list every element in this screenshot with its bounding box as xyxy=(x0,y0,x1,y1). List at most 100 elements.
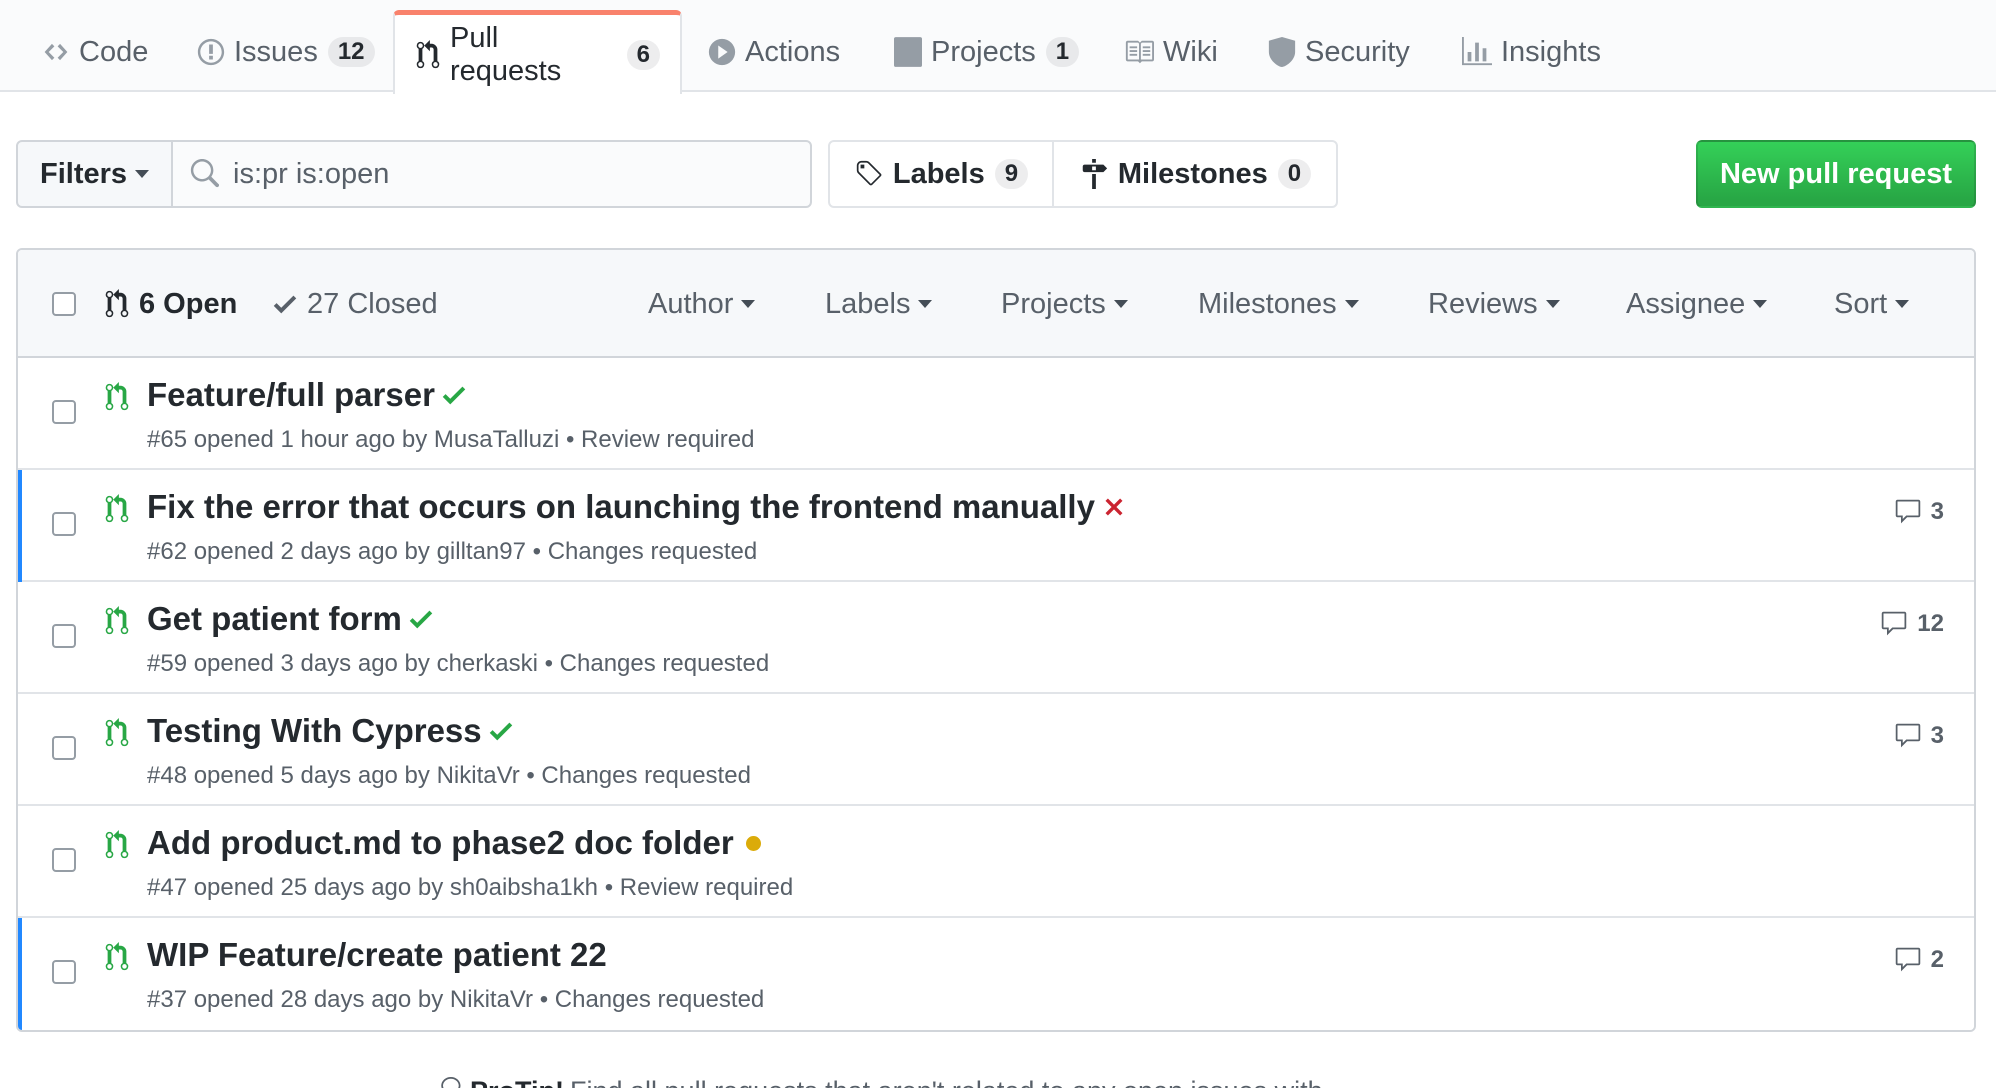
pull-request-list: 6 Open 27 Closed Author Labels Projects … xyxy=(16,248,1976,1032)
book-icon xyxy=(1125,40,1154,64)
row-checkbox[interactable] xyxy=(52,960,76,984)
play-icon xyxy=(708,38,736,66)
pr-title-link[interactable]: Testing With Cypress xyxy=(147,712,514,750)
comments-link[interactable]: 3 xyxy=(1893,722,1944,750)
pr-meta: #37 opened 28 days ago by NikitaVr • Cha… xyxy=(147,986,765,1013)
code-icon xyxy=(44,43,68,61)
filter-label: Milestones xyxy=(1198,287,1337,320)
comment-count: 2 xyxy=(1930,946,1944,973)
pr-title-link[interactable]: Fix the error that occurs on launching t… xyxy=(147,488,1125,526)
comments-link[interactable]: 12 xyxy=(1879,610,1944,638)
tab-insights[interactable]: Insights xyxy=(1442,12,1621,92)
pr-title-link[interactable]: WIP Feature/create patient 22 xyxy=(147,936,607,974)
git-pull-request-icon xyxy=(105,494,129,523)
caret-down-icon xyxy=(1113,300,1128,308)
tab-code[interactable]: Code xyxy=(22,12,168,92)
filters-dropdown-button[interactable]: Filters xyxy=(16,140,173,208)
milestones-button[interactable]: Milestones 0 xyxy=(1052,140,1338,208)
author-filter-dropdown[interactable]: Author xyxy=(648,250,756,358)
pull-request-row: Testing With Cypress #48 opened 5 days a… xyxy=(18,694,1974,806)
tab-wiki[interactable]: Wiki xyxy=(1104,12,1238,92)
sort-dropdown[interactable]: Sort xyxy=(1834,250,1910,358)
search-input[interactable] xyxy=(233,157,773,191)
new-pull-request-button[interactable]: New pull request xyxy=(1696,140,1976,208)
tab-projects[interactable]: Projects 1 xyxy=(874,12,1099,92)
protip: ProTip! Find all pull requests that aren… xyxy=(438,1076,1538,1088)
comment-icon xyxy=(1895,947,1920,972)
search-icon xyxy=(190,159,219,188)
tab-label: Actions xyxy=(745,35,841,68)
tab-issues[interactable]: Issues 12 xyxy=(177,12,395,92)
git-pull-request-icon xyxy=(105,382,129,411)
shield-icon xyxy=(1268,37,1296,67)
filter-label: Sort xyxy=(1834,287,1888,320)
row-checkbox[interactable] xyxy=(52,736,76,760)
pr-title: Feature/full parser xyxy=(147,376,435,413)
open-count-label: 6 Open xyxy=(139,287,238,320)
protip-label: ProTip! xyxy=(470,1076,564,1088)
comment-count: 3 xyxy=(1930,498,1944,525)
check-icon[interactable] xyxy=(408,604,434,634)
labels-label: Labels xyxy=(892,157,985,190)
pending-dot-icon[interactable] xyxy=(745,835,761,851)
tab-pull-requests[interactable]: Pull requests 6 xyxy=(393,10,682,94)
tab-security[interactable]: Security xyxy=(1248,12,1430,92)
pull-request-row: Fix the error that occurs on launching t… xyxy=(18,470,1974,582)
row-checkbox[interactable] xyxy=(52,624,76,648)
pr-title: Get patient form xyxy=(147,600,402,637)
pr-meta: #59 opened 3 days ago by cherkaski • Cha… xyxy=(147,650,770,677)
check-icon xyxy=(273,295,297,314)
labels-button[interactable]: Labels 9 xyxy=(828,140,1054,208)
comments-link[interactable]: 3 xyxy=(1893,498,1944,526)
caret-down-icon xyxy=(1753,300,1768,308)
tab-label: Wiki xyxy=(1163,35,1218,68)
labels-filter-dropdown[interactable]: Labels xyxy=(825,250,933,358)
row-checkbox[interactable] xyxy=(52,400,76,424)
comments-link[interactable]: 2 xyxy=(1893,946,1944,974)
git-pull-request-icon xyxy=(105,289,129,318)
assignee-filter-dropdown[interactable]: Assignee xyxy=(1626,250,1768,358)
comment-count: 3 xyxy=(1930,722,1944,749)
issue-opened-icon xyxy=(197,38,225,66)
pr-title-link[interactable]: Add product.md to phase2 doc folder xyxy=(147,824,761,862)
x-icon[interactable] xyxy=(1103,494,1125,520)
caret-down-icon xyxy=(1344,300,1359,308)
open-state-link[interactable]: 6 Open xyxy=(104,250,237,358)
select-all-checkbox[interactable] xyxy=(52,292,76,316)
row-checkbox[interactable] xyxy=(52,848,76,872)
repo-tab-nav: Code Issues 12 Pull requests 6 Actions P… xyxy=(0,0,1996,94)
closed-count-label: 27 Closed xyxy=(307,287,438,320)
list-header: 6 Open 27 Closed Author Labels Projects … xyxy=(18,250,1974,358)
tab-label: Security xyxy=(1305,35,1410,68)
comment-icon xyxy=(1882,611,1907,636)
caret-down-icon xyxy=(741,300,756,308)
protip-text: Find all pull requests that aren't relat… xyxy=(570,1076,1323,1088)
search-box xyxy=(171,140,812,208)
comment-count: 12 xyxy=(1917,610,1944,637)
milestones-filter-dropdown[interactable]: Milestones xyxy=(1198,250,1359,358)
pr-meta: #48 opened 5 days ago by NikitaVr • Chan… xyxy=(147,762,751,789)
projects-filter-dropdown[interactable]: Projects xyxy=(1001,250,1128,358)
git-pull-request-icon xyxy=(105,606,129,635)
row-checkbox[interactable] xyxy=(52,512,76,536)
check-icon[interactable] xyxy=(441,380,467,410)
reviews-filter-dropdown[interactable]: Reviews xyxy=(1428,250,1560,358)
pull-request-row: Get patient form #59 opened 3 days ago b… xyxy=(18,582,1974,694)
milestones-label: Milestones xyxy=(1117,157,1268,190)
filters-label: Filters xyxy=(39,157,128,190)
tab-actions[interactable]: Actions xyxy=(688,12,860,92)
caret-down-icon xyxy=(1895,300,1910,308)
filter-label: Projects xyxy=(1001,287,1106,320)
pr-title: WIP Feature/create patient 22 xyxy=(147,936,607,973)
pull-request-row: WIP Feature/create patient 22 #37 opened… xyxy=(18,918,1974,1030)
filter-label: Author xyxy=(648,287,734,320)
filter-label: Reviews xyxy=(1428,287,1538,320)
pr-title-link[interactable]: Get patient form xyxy=(147,600,434,638)
filter-label: Assignee xyxy=(1626,287,1746,320)
closed-state-link[interactable]: 27 Closed xyxy=(272,250,438,358)
pr-meta: #62 opened 2 days ago by gilltan97 • Cha… xyxy=(147,538,758,565)
caret-down-icon xyxy=(135,170,150,178)
tab-label: Insights xyxy=(1501,35,1601,68)
pr-title-link[interactable]: Feature/full parser xyxy=(147,376,467,414)
check-icon[interactable] xyxy=(488,716,514,746)
